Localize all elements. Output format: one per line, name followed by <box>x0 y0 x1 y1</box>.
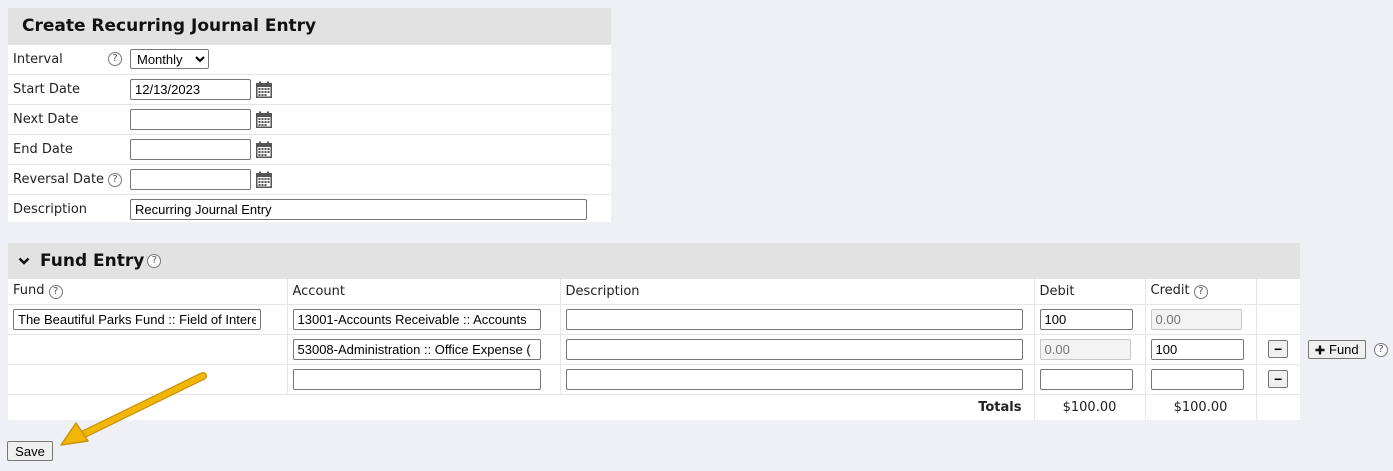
column-header-account: Account <box>286 279 560 305</box>
table-row: − <box>8 334 1300 365</box>
remove-row-button[interactable]: − <box>1268 340 1289 358</box>
chevron-down-icon[interactable] <box>18 256 30 266</box>
table-header-row: Fund ? Account Description Debit Credit … <box>8 279 1300 305</box>
help-icon[interactable]: ? <box>1193 285 1208 300</box>
interval-label: Interval <box>13 52 63 67</box>
calendar-icon[interactable] <box>255 141 273 159</box>
remove-row-button[interactable]: − <box>1268 370 1289 388</box>
start-date-row: Start Date <box>8 74 611 104</box>
credit-input[interactable] <box>1150 338 1244 360</box>
end-date-label: End Date <box>13 142 73 157</box>
help-icon[interactable]: ? <box>108 52 122 66</box>
reversal-date-label: Reversal Date <box>13 172 105 187</box>
description-row: Description <box>8 194 611 224</box>
fund-entry-header[interactable]: Fund Entry ? <box>8 243 1300 279</box>
table-row <box>8 304 1300 335</box>
save-button[interactable]: Save <box>7 441 53 461</box>
help-icon[interactable]: ? <box>48 285 63 300</box>
next-date-label: Next Date <box>13 112 79 127</box>
debit-input[interactable] <box>1039 368 1133 390</box>
fund-input[interactable] <box>13 308 261 330</box>
fund-entry-title: Fund Entry <box>40 251 145 271</box>
end-date-input[interactable] <box>130 139 251 160</box>
next-date-input[interactable] <box>130 109 251 130</box>
calendar-icon[interactable] <box>255 81 273 99</box>
end-date-row: End Date <box>8 134 611 164</box>
reversal-date-row: Reversal Date ? <box>8 164 611 194</box>
credit-input[interactable] <box>1150 368 1244 390</box>
line-description-input[interactable] <box>565 338 1023 360</box>
reversal-date-input[interactable] <box>130 169 251 190</box>
help-icon[interactable]: ? <box>1374 343 1388 357</box>
plus-icon <box>1315 345 1325 354</box>
line-description-input[interactable] <box>565 368 1023 390</box>
column-header-credit: Credit ? <box>1144 279 1256 305</box>
debit-input[interactable] <box>1039 308 1133 330</box>
credit-input[interactable] <box>1150 308 1242 330</box>
interval-row: Interval ? Monthly <box>8 44 611 74</box>
totals-label: Totals <box>978 399 1022 415</box>
account-input[interactable] <box>292 368 541 390</box>
form-title-text: Create Recurring Journal Entry <box>22 16 317 36</box>
calendar-icon[interactable] <box>255 111 273 129</box>
description-label: Description <box>13 202 88 217</box>
column-header-description: Description <box>559 279 1034 305</box>
add-fund-button[interactable]: Fund <box>1308 340 1366 359</box>
total-credit: $100.00 <box>1144 394 1256 420</box>
form-title: Create Recurring Journal Entry <box>8 8 611 44</box>
account-input[interactable] <box>292 308 541 330</box>
interval-select[interactable]: Monthly <box>130 49 209 69</box>
help-icon[interactable]: ? <box>147 254 162 268</box>
calendar-icon[interactable] <box>255 171 273 189</box>
line-description-input[interactable] <box>565 308 1023 330</box>
arrow-annotation <box>60 372 207 446</box>
start-date-input[interactable] <box>130 79 251 100</box>
column-header-debit: Debit <box>1033 279 1145 305</box>
next-date-row: Next Date <box>8 104 611 134</box>
start-date-label: Start Date <box>13 82 80 97</box>
column-header-actions <box>1255 279 1300 305</box>
add-fund-label: Fund <box>1329 342 1359 357</box>
description-input[interactable] <box>130 199 587 220</box>
total-debit: $100.00 <box>1033 394 1145 420</box>
recurring-entry-form: Create Recurring Journal Entry Interval … <box>8 8 611 222</box>
debit-input[interactable] <box>1039 338 1131 360</box>
column-header-fund: Fund ? <box>8 279 287 305</box>
account-input[interactable] <box>292 338 541 360</box>
help-icon[interactable]: ? <box>108 173 122 187</box>
